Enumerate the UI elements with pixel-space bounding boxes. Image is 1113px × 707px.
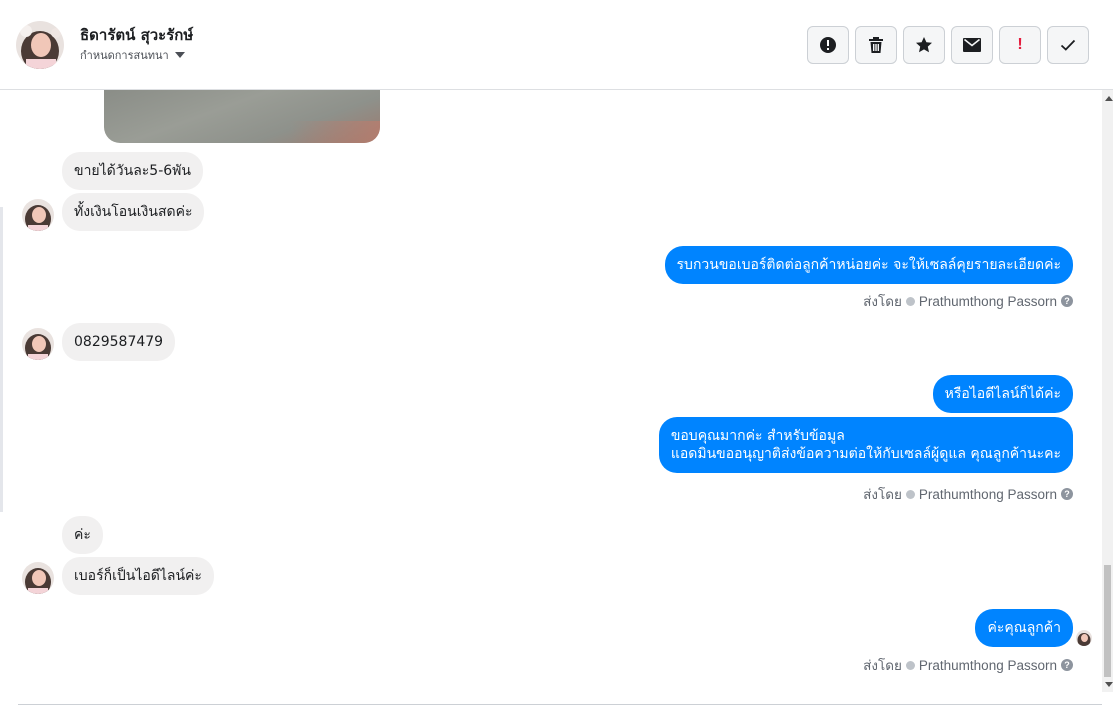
contact-avatar-small [22,562,54,594]
sent-by-prefix: ส่งโดย [863,487,902,502]
help-icon[interactable]: ? [1061,295,1073,307]
sent-by-info: ส่งโดย Prathumthong Passorn ? [863,483,1073,505]
star-icon [915,36,933,54]
incoming-message[interactable]: ทั้งเงินโอนเงินสดค่ะ [62,193,205,231]
outgoing-message[interactable]: รบกวนขอเบอร์ติดต่อลูกค้าหน่อยค่ะ จะให้เซ… [664,246,1073,284]
star-button[interactable] [903,26,945,64]
incoming-message[interactable]: ขายได้วันละ5-6พัน [62,152,203,190]
follow-up-button[interactable]: ! [999,26,1041,64]
image-attachment[interactable] [104,90,380,143]
thread-left-edge [0,207,3,512]
alert-circle-icon [819,36,837,54]
caret-down-icon [174,52,185,58]
agent-badge-icon [905,489,915,499]
conversation-header: ธิดารัตน์ สุวะรักษ์ กำหนดการสนทนา ! [0,0,1113,90]
trash-icon [868,36,884,54]
sent-by-agent[interactable]: Prathumthong Passorn [919,487,1057,502]
scrollbar-thumb[interactable] [1104,565,1111,677]
contact-name: ธิดารัตน์ สุวะรักษ์ [80,26,194,44]
scroll-down-arrow-icon[interactable] [1105,682,1113,687]
outgoing-message[interactable]: หรือไอดีไลน์ก็ได้ค่ะ [932,375,1073,413]
incoming-message[interactable]: ค่ะ [62,516,103,554]
sent-by-prefix: ส่งโดย [863,658,902,673]
contact-avatar-small [22,328,54,360]
message-line: แอดมินขออนุญาติส่งข้อความต่อให้กับเซลล์ผ… [670,446,1061,462]
sent-by-prefix: ส่งโดย [863,294,902,309]
message-thread[interactable]: ขายได้วันละ5-6พัน ทั้งเงินโอนเงินสดค่ะ ร… [0,90,1102,707]
mark-unread-button[interactable] [951,26,993,64]
agent-badge-icon [905,660,915,670]
scroll-up-arrow-icon[interactable] [1105,96,1113,101]
agent-badge-icon [905,296,915,306]
mark-done-button[interactable] [1047,26,1089,64]
sent-by-info: ส่งโดย Prathumthong Passorn ? [863,290,1073,312]
mark-spam-button[interactable] [807,26,849,64]
contact-avatar[interactable] [16,21,64,69]
check-icon [1060,39,1076,51]
contact-avatar-small [22,199,54,231]
outgoing-message[interactable]: ค่ะคุณลูกค้า [975,609,1073,647]
envelope-icon [963,38,981,52]
message-line: ขอบคุณมากค่ะ สำหรับข้อมูล [670,428,845,444]
sent-by-agent[interactable]: Prathumthong Passorn [919,294,1057,309]
incoming-message[interactable]: เบอร์ก็เป็นไอดีไลน์ค่ะ [62,557,214,595]
seen-receipt-avatar [1076,630,1092,646]
delete-button[interactable] [855,26,897,64]
exclamation-icon: ! [1017,36,1023,53]
incoming-message[interactable]: 0829587479 [62,323,176,361]
outgoing-message[interactable]: ขอบคุณมากค่ะ สำหรับข้อมูล แอดมินขออนุญาต… [658,417,1073,473]
header-actions: ! [807,26,1089,64]
sent-by-agent[interactable]: Prathumthong Passorn [919,658,1057,673]
assign-conversation-dropdown[interactable]: กำหนดการสนทนา [80,46,185,64]
assign-label: กำหนดการสนทนา [80,49,169,62]
help-icon[interactable]: ? [1061,659,1073,671]
help-icon[interactable]: ? [1061,488,1073,500]
sent-by-info: ส่งโดย Prathumthong Passorn ? [863,654,1073,676]
